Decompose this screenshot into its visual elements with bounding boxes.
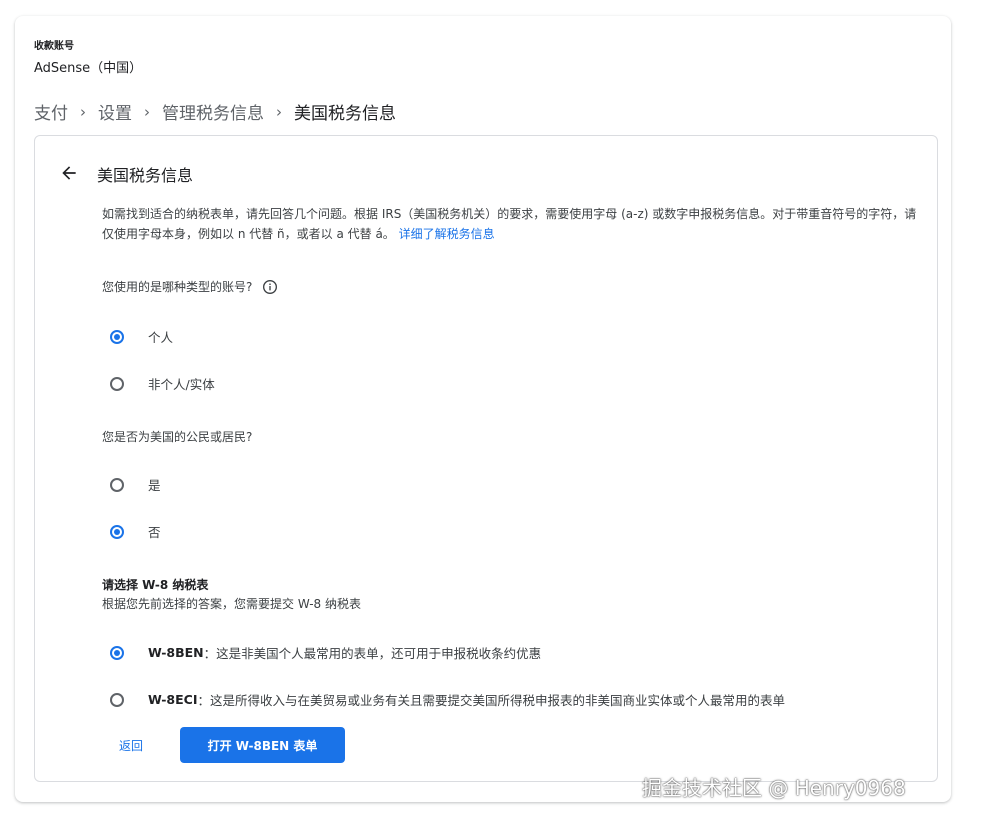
radio-label: 是 [148,478,161,493]
radio-button-checked[interactable] [110,645,124,660]
breadcrumb-settings[interactable]: 设置 [98,99,132,124]
radio-w8ben[interactable]: W-8BEN ：这是非美国个人最常用的表单，还可用于申报税收条约优惠 [110,643,541,662]
w8-form-title: 请选择 W-8 纳税表 [102,578,209,592]
radio-label: 否 [148,525,161,540]
account-value: AdSense（中国） [34,61,143,76]
radio-label: 个人 [148,330,174,345]
us-tax-info-panel: 美国税务信息 如需找到适合的纳税表单，请先回答几个问题。根据 IRS（美国税务机… [34,135,938,782]
info-icon[interactable] [262,279,278,295]
radio-non-individual[interactable]: 非个人/实体 [110,374,215,393]
radio-button-checked[interactable] [110,524,124,539]
learn-more-link[interactable]: 详细了解税务信息 [399,227,495,241]
breadcrumb-us-tax-info: 美国税务信息 [294,104,396,124]
form-description: ：这是所得收入与在美贸易或业务有关且需要提交美国所得税申报表的非美国商业实体或个… [197,693,785,708]
chevron-right-icon: › [276,102,282,121]
section-title: 美国税务信息 [97,166,194,185]
radio-yes[interactable]: 是 [110,475,161,494]
us-citizen-question-text: 您是否为美国的公民或居民? [102,430,253,444]
account-type-question: 您使用的是哪种类型的账号? [102,278,278,295]
radio-button-checked[interactable] [110,329,124,344]
back-button[interactable]: 返回 [119,737,143,754]
intro-text: 如需找到适合的纳税表单，请先回答几个问题。根据 IRS（美国税务机关）的要求，需… [102,204,922,244]
watermark: 掘金技术社区 @ Henry0968 [642,776,906,800]
chevron-right-icon: › [80,102,86,121]
radio-button[interactable] [110,692,124,707]
w8-form-subtitle: 根据您先前选择的答案，您需要提交 W-8 纳税表 [102,597,361,611]
breadcrumb-payments[interactable]: 支付 [34,99,68,124]
us-citizen-question: 您是否为美国的公民或居民? [102,428,252,445]
form-name: W-8BEN [148,645,204,660]
radio-button[interactable] [110,477,124,492]
breadcrumb: 支付 › 设置 › 管理税务信息 › 美国税务信息 [34,99,396,125]
account-label: 收款账号 [34,41,74,52]
tax-settings-card: 收款账号 AdSense（中国） 支付 › 设置 › 管理税务信息 › 美国税务… [15,16,951,802]
radio-no[interactable]: 否 [110,522,161,541]
radio-label: 非个人/实体 [148,377,215,392]
breadcrumb-manage-tax-info[interactable]: 管理税务信息 [162,99,264,124]
account-type-question-text: 您使用的是哪种类型的账号? [102,280,253,294]
radio-button[interactable] [110,376,124,391]
form-name: W-8ECI [148,692,198,707]
form-description: ：这是非美国个人最常用的表单，还可用于申报税收条约优惠 [203,646,542,661]
radio-w8eci[interactable]: W-8ECI ：这是所得收入与在美贸易或业务有关且需要提交美国所得税申报表的非美… [110,690,785,709]
chevron-right-icon: › [144,102,150,121]
intro-body: 如需找到适合的纳税表单，请先回答几个问题。根据 IRS（美国税务机关）的要求，需… [102,207,917,241]
radio-individual[interactable]: 个人 [110,327,173,346]
arrow-back-icon[interactable] [59,163,79,183]
open-w8ben-form-button[interactable]: 打开 W-8BEN 表单 [180,727,345,763]
